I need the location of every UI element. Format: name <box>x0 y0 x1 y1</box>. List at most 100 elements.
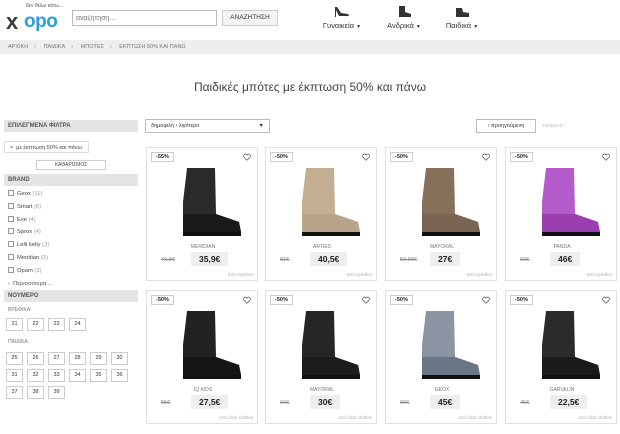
heart-icon[interactable] <box>602 296 610 304</box>
product-card[interactable]: -55% MERIDIAN 79,9€ 35,9€ από myshoe <box>146 147 258 281</box>
brand-filter-item[interactable]: Opam (2) <box>4 265 138 278</box>
checkbox[interactable] <box>8 253 14 260</box>
product-brand: PANDA <box>553 244 571 250</box>
store-label: από click clothes <box>219 415 253 420</box>
heart-icon[interactable] <box>482 296 490 304</box>
product-card[interactable]: -50% IQ KIDS 55€ 27,5€ από click clothes <box>146 290 258 424</box>
size-button[interactable]: 38 <box>27 385 44 399</box>
size-button[interactable]: 33 <box>48 368 65 382</box>
checkbox[interactable] <box>8 202 14 209</box>
brand-name: Geox <box>17 191 31 197</box>
checkbox[interactable] <box>8 228 14 235</box>
heart-icon[interactable] <box>243 296 251 304</box>
breadcrumb-current: ΕΚΠΤΩΣΗ 50% ΚΑΙ ΠΑΝΩ <box>119 44 186 50</box>
remove-filter-icon[interactable]: × <box>10 145 13 151</box>
checkbox[interactable] <box>8 190 14 196</box>
brand-count: (4) <box>28 216 36 223</box>
size-heading: ΝΟΥΜΕΡΟ <box>4 289 138 302</box>
brand-filter-item[interactable]: Smart (6) <box>4 201 138 214</box>
brand-count: (6) <box>34 203 42 210</box>
size-button[interactable]: 28 <box>69 351 86 365</box>
breadcrumb-kids[interactable]: ΠΑΙΔΙΚΑ <box>44 44 66 50</box>
size-button[interactable]: 34 <box>69 368 86 382</box>
old-price: 45€ <box>520 400 530 406</box>
product-card[interactable]: -50% ARTIES 81€ 40,5€ από zerafino <box>265 147 377 281</box>
product-card[interactable]: -50% GEOX 90€ 45€ από click clothes <box>385 290 497 424</box>
discount-badge: -50% <box>390 152 413 162</box>
heart-icon[interactable] <box>243 153 251 161</box>
size-button[interactable]: 24 <box>69 317 86 331</box>
brand-filter-item[interactable]: Meridian (2) <box>4 252 138 265</box>
discount-badge: -55% <box>151 152 174 162</box>
breadcrumb-home[interactable]: ΑΡΧΙΚΗ <box>8 44 28 50</box>
filter-sidebar: ΕΠΙΛΕΓΜΕΝΑ ΦΙΛΤΡΑ × με έκπτωση 50% και π… <box>4 120 138 399</box>
size-button[interactable]: 25 <box>6 351 23 365</box>
new-price: 45€ <box>430 395 461 409</box>
brand-filter-item[interactable]: Sprox (4) <box>4 226 138 239</box>
product-card[interactable]: -50% MAYORAL 60€ 30€ από click clothes <box>265 290 377 424</box>
brand-name: Meridian <box>17 254 40 261</box>
baby-sizes-label: ΒΡΕΦΙΚΑ: <box>8 306 32 313</box>
heart-icon[interactable] <box>482 153 490 161</box>
site-logo[interactable]: δεν θέλω κάτω... x opo <box>4 3 68 37</box>
size-button[interactable]: 39 <box>48 385 65 399</box>
store-label: από click clothes <box>578 415 612 420</box>
search-button[interactable]: ΑΝΑΖΗΤΗΣΗ <box>222 10 278 26</box>
product-image[interactable] <box>272 305 372 383</box>
product-image[interactable] <box>392 305 492 383</box>
size-button[interactable]: 23 <box>48 317 65 331</box>
heart-icon[interactable] <box>362 153 370 161</box>
more-brands-link[interactable]: › Περισσότερα ... <box>4 278 138 290</box>
nav-women[interactable]: Γυναικεία ▼ <box>312 5 372 32</box>
size-button[interactable]: 35 <box>90 368 107 382</box>
product-card[interactable]: -50% PANDA 92€ 46€ από zerafino <box>505 147 617 281</box>
brand-filter-item[interactable]: Geox (11) <box>4 188 138 201</box>
size-button[interactable]: 37 <box>6 385 23 399</box>
discount-badge: -50% <box>390 295 413 305</box>
checkbox[interactable] <box>8 266 14 273</box>
size-button[interactable]: 36 <box>111 368 128 382</box>
product-image[interactable] <box>392 162 492 240</box>
product-card[interactable]: -50% MAYORAL 53,99€ 27€ από zerafino <box>385 147 497 281</box>
checkbox[interactable] <box>8 215 14 222</box>
product-image[interactable] <box>512 305 612 383</box>
heart-icon[interactable] <box>602 153 610 161</box>
clear-filters-button[interactable]: ΚΑΘΑΡΙΣΜΟΣ <box>36 160 106 170</box>
new-price: 35,9€ <box>191 252 229 266</box>
product-image[interactable] <box>153 162 253 240</box>
size-button[interactable]: 30 <box>111 351 128 365</box>
product-card[interactable]: -50% GARVALIN 45€ 22,5€ από click clothes <box>505 290 617 424</box>
brand-filter-item[interactable]: Lelli kelly (3) <box>4 239 138 252</box>
heart-icon[interactable] <box>362 296 370 304</box>
brand-count: (4) <box>33 229 41 236</box>
logo-text: opo <box>24 11 58 32</box>
nav-women-label: Γυναικεία <box>322 21 355 30</box>
sort-select[interactable]: δημοφιλή › λιγότερο ▼ <box>145 119 270 133</box>
nav-kids[interactable]: Παιδικά ▼ <box>432 5 492 32</box>
new-price: 46€ <box>550 252 581 266</box>
size-button[interactable]: 27 <box>48 351 65 365</box>
size-button[interactable]: 26 <box>27 351 44 365</box>
selected-filter-chip[interactable]: × με έκπτωση 50% και πάνω <box>4 141 89 153</box>
size-button[interactable]: 32 <box>27 368 44 382</box>
prev-page-button[interactable]: ‹ προηγούμενη <box>476 119 536 133</box>
product-image[interactable] <box>153 305 253 383</box>
next-page-button[interactable]: επόμενη › <box>542 121 566 131</box>
old-price: 60€ <box>280 400 290 406</box>
size-button[interactable]: 29 <box>90 351 107 365</box>
product-image[interactable] <box>272 162 372 240</box>
store-label: από zerafino <box>586 272 612 277</box>
brand-filter-item[interactable]: Exe (4) <box>4 214 138 227</box>
size-button[interactable]: 31 <box>6 368 23 382</box>
new-price: 27,5€ <box>191 395 229 409</box>
size-button[interactable]: 22 <box>27 317 44 331</box>
product-image[interactable] <box>512 162 612 240</box>
search-input[interactable] <box>72 10 217 26</box>
nav-men[interactable]: Ανδρικά ▼ <box>374 5 434 32</box>
discount-badge: -50% <box>151 295 174 305</box>
size-button[interactable]: 21 <box>6 317 23 331</box>
new-price: 22,5€ <box>550 395 588 409</box>
breadcrumb-boots[interactable]: ΜΠΟΤΕΣ <box>81 44 104 50</box>
checkbox[interactable] <box>8 241 14 248</box>
sort-value: δημοφιλή › λιγότερο <box>151 123 200 129</box>
